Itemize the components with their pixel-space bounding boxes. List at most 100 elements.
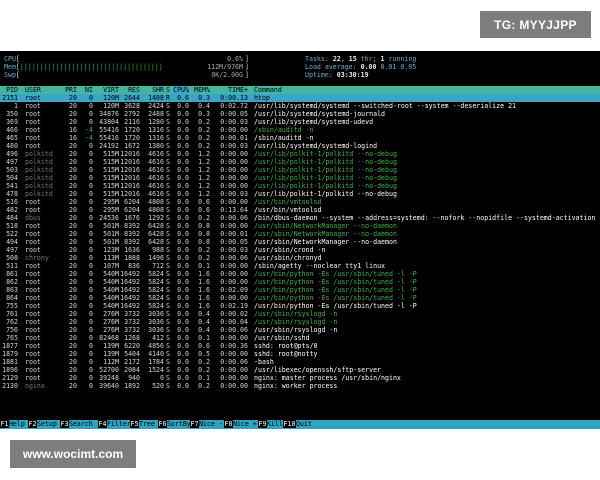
process-row[interactable]: 756 root 20 0 276M 3732 3036 S 0.0 0.4 0:00.06/usr…: [0, 326, 600, 334]
process-row[interactable]: 504 polkitd 20 0 515M 12016 4616 S 0.0 1.2 0:00.00…: [0, 174, 600, 182]
cell-shr: 412: [152, 334, 164, 342]
process-row[interactable]: 465 root 16 -4 55416 1720 1316 S 0.0 0.2 0:00.01/s…: [0, 134, 600, 142]
process-row[interactable]: 369 root 20 0 43804 2116 1280 S 0.0 0.2 0:00.03/us…: [0, 118, 600, 126]
cell-time: 0:13.64: [220, 206, 248, 214]
cell-mem: 0.8: [198, 238, 210, 246]
process-row[interactable]: 2129 root 20 0 39248 940 0 S 0.0 0.1 0:00.00 nginx:…: [0, 374, 600, 382]
column-header-command[interactable]: Command: [254, 86, 599, 94]
process-row[interactable]: 497 polkitd 20 0 515M 12016 4616 S 0.0 1.2 0:00.00…: [0, 158, 600, 166]
process-row[interactable]: 1879 root 20 0 139M 5404 4140 S 0.0 0.5 0:00.00 ssh…: [0, 350, 600, 358]
process-list[interactable]: 2151 root 20 0 120M 2644 1488 R 0.6 0.3 0:00.13 hto…: [0, 94, 600, 390]
fkey-search-button[interactable]: F3Search: [60, 420, 93, 429]
cell-time: 0:00.13: [220, 94, 248, 102]
cell-virt: 120M: [103, 102, 119, 110]
process-row[interactable]: 466 root 16 -4 55416 1720 1316 S 0.0 0.2 0:00.00/s…: [0, 126, 600, 134]
column-header-cpu[interactable]: CPU%: [173, 86, 189, 94]
process-row[interactable]: 863 root 20 0 540M 16492 5824 S 0.0 1.6 0:02.09/us…: [0, 286, 600, 294]
process-row[interactable]: 503 polkitd 20 0 515M 12016 4616 S 0.0 1.2 0:00.00…: [0, 166, 600, 174]
process-row[interactable]: 482 root 20 0 295M 6204 4808 S 0.0 0.6 0:13.64/usr…: [0, 206, 600, 214]
column-header-time[interactable]: TIME+: [211, 86, 248, 94]
process-row[interactable]: 862 root 20 0 540M 16492 5824 S 0.0 1.6 0:00.00/us…: [0, 278, 600, 286]
process-row[interactable]: 762 root 20 0 276M 3732 3036 S 0.0 0.4 0:00.04/usr…: [0, 318, 600, 326]
cell-cpu: 0.0: [177, 262, 189, 270]
process-row[interactable]: 541 polkitd 20 0 515M 12016 4616 S 0.0 1.2 0:00.00…: [0, 182, 600, 190]
process-row-selected[interactable]: 2151 root 20 0 120M 2644 1488 R 0.6 0.3 0:00.13 hto…: [0, 94, 600, 102]
fkey-nice-button[interactable]: F7Nice -: [190, 420, 223, 429]
cell-pid: 497: [6, 158, 18, 166]
column-header-shr[interactable]: SHR: [140, 86, 164, 94]
fkey-sortby-button[interactable]: F6SortBy: [158, 420, 191, 429]
fkey-quit-button[interactable]: F10Quit: [283, 420, 312, 429]
fkey-setup-button[interactable]: F2Setup: [28, 420, 57, 429]
fkey-label: Nice +: [232, 420, 257, 428]
fkey-help-button[interactable]: F1Help: [0, 420, 25, 429]
cell-ni: 0: [89, 222, 93, 230]
terminal-window[interactable]: CPU[ ] 0.6% Mem[||||||||||||||||||||||||…: [0, 51, 600, 429]
column-header-virt[interactable]: VIRT: [94, 86, 119, 94]
process-row[interactable]: 484 dbus 20 0 24536 1676 1292 S 0.0 0.2 0:00.06/bi…: [0, 214, 600, 222]
cell-res: 6204: [124, 206, 140, 214]
meters-panel: CPU[ ] 0.6% Mem[||||||||||||||||||||||||…: [0, 51, 600, 83]
process-row[interactable]: 478 polkitd 20 0 515M 12016 4616 S 0.0 1.2 0:00.03…: [0, 190, 600, 198]
cell-time: 0:00.06: [220, 254, 248, 262]
fkey-filter-button[interactable]: F4Filter: [98, 420, 131, 429]
column-header-mem[interactable]: MEM%: [192, 86, 210, 94]
cell-res: 16492: [120, 270, 140, 278]
process-row[interactable]: 522 root 20 0 501M 8392 6428 S 0.0 0.8 0:00.01/usr…: [0, 230, 600, 238]
fkey-nice-button[interactable]: F8Nice +: [224, 420, 257, 429]
column-header-res[interactable]: RES: [120, 86, 140, 94]
cell-time: 0:00.00: [220, 182, 248, 190]
cell-mem: 0.2: [198, 382, 210, 390]
cell-time: 0:00.00: [220, 174, 248, 182]
cell-pri: 20: [69, 350, 77, 358]
cell-pri: 20: [69, 214, 77, 222]
cell-res: 12016: [120, 166, 140, 174]
process-row[interactable]: 2130 nginx 20 0 39640 1892 520 S 0.0 0.2 0:00.00 ng…: [0, 382, 600, 390]
process-row[interactable]: 761 root 20 0 276M 3732 3036 S 0.0 0.4 0:00.02/usr…: [0, 310, 600, 318]
process-row[interactable]: 497 root 20 0 123M 1636 988 S 0.0 0.2 0:00.03/usr/…: [0, 246, 600, 254]
cell-pri: 20: [69, 334, 77, 342]
cell-time: 0:00.00: [220, 126, 248, 134]
cell-res: 12016: [120, 150, 140, 158]
column-header-ni[interactable]: NI: [78, 86, 93, 94]
cell-ni: 0: [89, 270, 93, 278]
cell-shr: 5824: [148, 286, 164, 294]
process-row[interactable]: 511 root 20 0 107M 836 712 S 0.0 0.1 0:00.00/sbin/…: [0, 262, 600, 270]
process-row[interactable]: 480 root 20 0 24192 1672 1380 S 0.0 0.2 0:00.03/us…: [0, 142, 600, 150]
fkey-tree-button[interactable]: F5Tree: [130, 420, 155, 429]
cell-pri: 20: [69, 278, 77, 286]
cell-virt: 276M: [103, 310, 119, 318]
process-row[interactable]: 1 root 20 0 120M 3628 2424 S 0.0 0.4 0:02.72/usr/l…: [0, 102, 600, 110]
process-row[interactable]: 765 root 20 0 82468 1268 412 S 0.0 0.1 0:00.00/usr…: [0, 334, 600, 342]
cell-pri: 20: [69, 198, 77, 206]
fkey-kill-button[interactable]: F9Kill: [258, 420, 283, 429]
process-row[interactable]: 508 chrony 20 0 113M 1888 1496 S 0.0 0.2 0:00.06/u…: [0, 254, 600, 262]
process-row[interactable]: 496 polkitd 20 0 515M 12016 4616 S 0.0 1.2 0:00.00…: [0, 150, 600, 158]
process-row[interactable]: 350 root 20 0 34876 2792 2488 S 0.0 0.3 0:00.05/us…: [0, 110, 600, 118]
cell-pid: 478: [6, 190, 18, 198]
process-row[interactable]: 1881 root 20 0 112M 2172 1784 S 0.0 0.2 0:00.06 -ba…: [0, 358, 600, 366]
cell-mem: 0.6: [198, 198, 210, 206]
process-row[interactable]: 494 root 20 0 501M 8392 6428 S 0.0 0.8 0:00.05/usr…: [0, 238, 600, 246]
cell-time: 0:00.05: [220, 238, 248, 246]
column-header-pid[interactable]: PID: [0, 86, 18, 94]
process-row[interactable]: 516 root 20 0 295M 6204 4808 S 0.0 0.6 0:00.00/usr…: [0, 198, 600, 206]
cell-shr: 0: [160, 374, 164, 382]
column-header-pri[interactable]: PRI: [57, 86, 77, 94]
process-row[interactable]: 1896 root 20 0 52700 2084 1524 S 0.0 0.2 0:00.00/u…: [0, 366, 600, 374]
cell-shr: 6428: [148, 230, 164, 238]
cell-command: /usr/lib/polkit-1/polkitd --no-debug: [254, 190, 397, 198]
cell-ni: 0: [89, 342, 93, 350]
cell-res: 2116: [124, 118, 140, 126]
cell-ni: 0: [89, 318, 93, 326]
cell-ni: 0: [89, 230, 93, 238]
cell-virt: 295M: [103, 198, 119, 206]
fkey-label: Setup: [36, 420, 57, 428]
process-row[interactable]: 518 root 20 0 501M 8392 6428 S 0.0 0.8 0:00.00/usr…: [0, 222, 600, 230]
cell-command: /usr/lib/systemd/systemd --switched-root…: [254, 102, 517, 110]
process-row[interactable]: 864 root 20 0 540M 16492 5824 S 0.0 1.6 0:00.00/us…: [0, 294, 600, 302]
process-row[interactable]: 755 root 20 0 540M 16492 5824 S 0.0 1.6 0:02.19/us…: [0, 302, 600, 310]
process-row[interactable]: 861 root 20 0 540M 16492 5824 S 0.0 1.6 0:00.00/us…: [0, 270, 600, 278]
process-row[interactable]: 1877 root 20 0 139M 6220 4856 S 0.0 0.6 0:00.36 ssh…: [0, 342, 600, 350]
process-table-header[interactable]: PID USER PRI NI VIRT RES SHR S CPU% MEM% TIME+ Comm…: [0, 86, 600, 94]
